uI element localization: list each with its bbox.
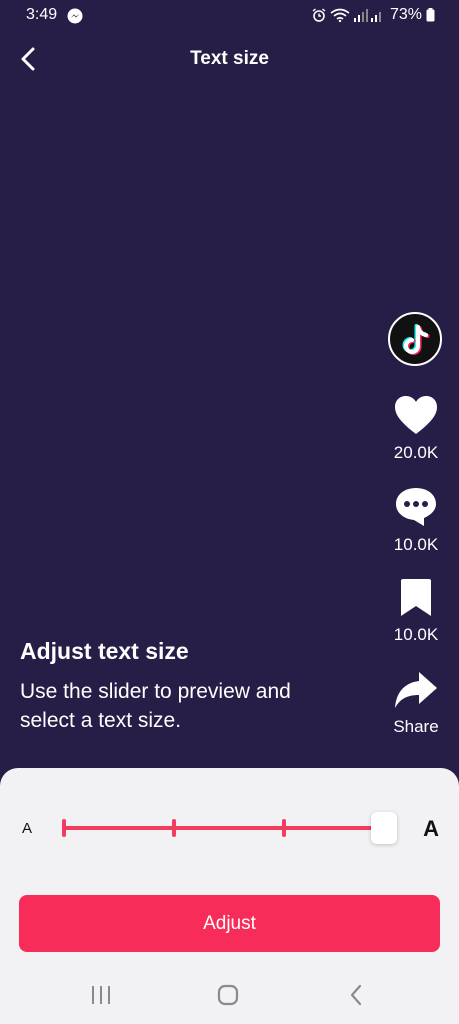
system-back-button[interactable] bbox=[342, 982, 372, 1008]
recent-apps-icon bbox=[92, 986, 110, 1004]
slider-tick-2[interactable] bbox=[172, 819, 176, 837]
messenger-icon bbox=[67, 8, 83, 24]
adjust-button[interactable]: Adjust bbox=[19, 895, 440, 952]
slider-tick-1[interactable] bbox=[62, 819, 66, 837]
battery-icon bbox=[426, 8, 435, 22]
slider-thumb[interactable] bbox=[371, 812, 397, 844]
comment-count: 10.0K bbox=[393, 535, 439, 554]
system-nav-bar bbox=[0, 968, 459, 1024]
small-size-label: A bbox=[22, 820, 33, 837]
like-count: 20.0K bbox=[393, 443, 439, 462]
home-icon bbox=[217, 984, 239, 1006]
text-size-sheet: A A Adjust bbox=[0, 768, 459, 1024]
slider-track bbox=[64, 826, 384, 830]
creator-avatar[interactable] bbox=[388, 312, 442, 366]
save-count: 10.0K bbox=[393, 625, 439, 644]
nav-back-icon bbox=[350, 984, 362, 1006]
bookmark-icon bbox=[401, 579, 431, 616]
recent-apps-button[interactable] bbox=[86, 982, 116, 1008]
home-button[interactable] bbox=[214, 982, 244, 1008]
status-time: 3:49 bbox=[26, 6, 58, 23]
top-nav: Text size bbox=[0, 38, 459, 82]
large-size-label: A bbox=[423, 816, 439, 841]
intro-title: Adjust text size bbox=[20, 638, 189, 664]
intro-body: Use the slider to preview and select a t… bbox=[20, 680, 291, 732]
tiktok-logo-icon bbox=[402, 324, 430, 355]
like-button[interactable]: 20.0K bbox=[385, 394, 447, 463]
status-icons: 73% bbox=[312, 6, 435, 24]
share-button[interactable]: Share bbox=[385, 670, 447, 737]
signal-icon bbox=[353, 9, 381, 22]
intro: Adjust text size Use the slider to previ… bbox=[20, 638, 350, 735]
slider-tick-3[interactable] bbox=[282, 819, 286, 837]
heart-icon bbox=[395, 396, 437, 434]
share-label: Share bbox=[393, 717, 439, 736]
comment-button[interactable]: 10.0K bbox=[385, 486, 447, 555]
battery-percent: 73% bbox=[389, 6, 422, 23]
text-size-slider[interactable] bbox=[62, 812, 398, 844]
status-bar: 3:49 73% bbox=[0, 0, 459, 32]
share-arrow-icon bbox=[395, 672, 437, 708]
page-title: Text size bbox=[190, 48, 269, 69]
alarm-icon bbox=[312, 8, 326, 22]
comment-icon bbox=[396, 488, 436, 526]
save-button[interactable]: 10.0K bbox=[385, 578, 447, 645]
wifi-icon bbox=[330, 8, 350, 22]
